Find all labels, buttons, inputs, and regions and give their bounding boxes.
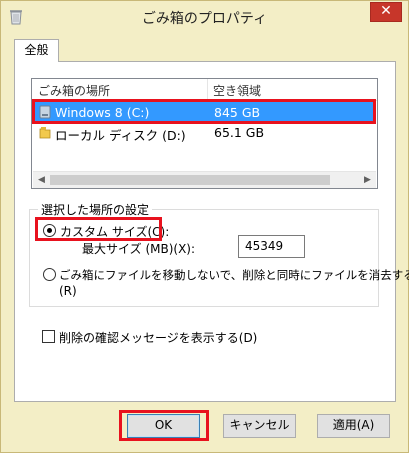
column-divider[interactable] [207,79,208,101]
properties-window: ごみ箱のプロパティ ✕ 全般 ごみ箱の場所 空き領域 Windows 8 (C:… [0,0,409,453]
confirm-delete-checkbox[interactable] [42,330,55,343]
horizontal-scrollbar[interactable]: ◀ ▶ [33,171,376,188]
drive-free-space: 65.1 GB [214,125,265,140]
drive-icon [39,105,51,119]
close-button[interactable]: ✕ [370,2,402,22]
custom-size-label[interactable]: カスタム サイズ(C): [60,223,169,240]
drive-name: ローカル ディスク (D:) [55,128,186,143]
max-size-input[interactable]: 45349 [238,235,305,258]
recycle-location-list[interactable]: ごみ箱の場所 空き領域 Windows 8 (C:) 845 GB ローカル デ… [31,78,378,189]
custom-size-radio[interactable] [43,224,56,237]
column-header-location[interactable]: ごみ箱の場所 [38,82,110,99]
close-icon: ✕ [380,3,392,19]
group-title: 選択した場所の設定 [38,201,153,218]
confirm-delete-label[interactable]: 削除の確認メッセージを表示する(D) [59,329,257,346]
scrollbar-thumb[interactable] [50,175,330,185]
window-title: ごみ箱のプロパティ [141,11,268,27]
drive-free-space: 845 GB [214,105,261,120]
no-move-label[interactable]: ごみ箱にファイルを移動しないで、削除と同時にファイルを消去する [59,267,409,283]
folder-icon [39,127,51,139]
apply-button[interactable]: 適用(A) [317,414,390,438]
scroll-left-icon[interactable]: ◀ [33,172,50,189]
no-move-radio[interactable] [43,268,56,281]
column-header-free-space[interactable]: 空き領域 [213,82,261,99]
title-bar[interactable]: ごみ箱のプロパティ ✕ [1,1,408,32]
list-header: ごみ箱の場所 空き領域 [32,79,377,101]
ok-button[interactable]: OK [127,414,200,438]
tab-general[interactable]: 全般 [14,39,59,62]
drive-name: Windows 8 (C:) [55,105,150,120]
list-item-drive-d[interactable]: ローカル ディスク (D:) 65.1 GB [33,122,376,143]
cancel-button[interactable]: キャンセル [223,414,296,438]
scroll-right-icon[interactable]: ▶ [359,172,376,189]
list-item-drive-c[interactable]: Windows 8 (C:) 845 GB [33,102,376,122]
max-size-label: 最大サイズ (MB)(X): [82,242,196,256]
no-move-label-shortcut[interactable]: (R) [59,284,77,298]
